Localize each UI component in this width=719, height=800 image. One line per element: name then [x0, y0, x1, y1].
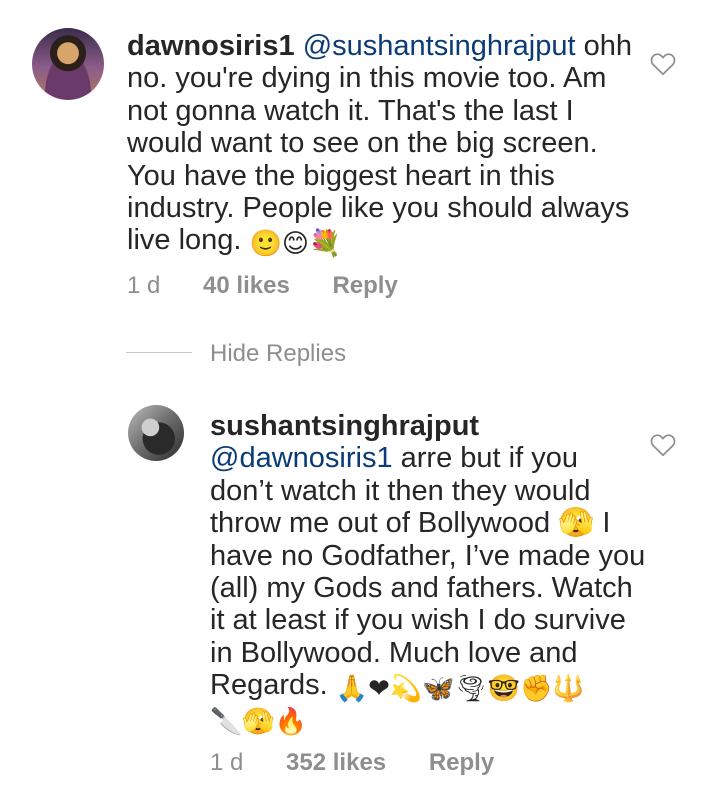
- likes-count[interactable]: 40 likes: [203, 272, 290, 299]
- likes-count[interactable]: 352 likes: [286, 749, 386, 776]
- comment-text-line: Regards.: [210, 669, 336, 702]
- heart-outline-icon[interactable]: [650, 52, 676, 76]
- butterfly-emoji-icon: 🦋: [422, 673, 455, 704]
- comment-body: sushantsinghrajput @dawnosiris1 arre but…: [210, 410, 645, 735]
- knife-emoji-icon: 🔪: [210, 706, 243, 737]
- bouquet-emoji-icon: 💐: [309, 228, 342, 259]
- dizzy-emoji-icon: 💫: [389, 673, 423, 704]
- heart-emoji-icon: ❤: [368, 673, 390, 704]
- replies-divider: [126, 352, 192, 353]
- hide-replies-button[interactable]: Hide Replies: [210, 340, 346, 368]
- comment-text-line: live long.: [127, 224, 250, 257]
- comment-body: dawnosiris1 @sushantsinghrajput ohh no. …: [127, 30, 632, 257]
- comment-text-line: it at least if you wish I do survive: [210, 604, 626, 637]
- blush-emoji-icon: 😊: [281, 228, 309, 259]
- comment-text-line: arre but if you: [392, 442, 578, 475]
- smile-emoji-icon: 🙂: [249, 228, 282, 259]
- comment-username[interactable]: sushantsinghrajput: [210, 410, 645, 442]
- fire-emoji-icon: 🔥: [274, 706, 308, 737]
- comment-time: 1 d: [127, 272, 161, 299]
- avatar[interactable]: [128, 405, 184, 461]
- comment-username[interactable]: dawnosiris1: [127, 30, 295, 62]
- comment-meta: 1 d 40 likes Reply: [127, 272, 398, 300]
- comment-text-line: You have the biggest heart in this: [127, 159, 555, 192]
- comment-time: 1 d: [210, 749, 244, 776]
- comment-text-line: ohh: [575, 30, 633, 62]
- comment-mention[interactable]: @dawnosiris1: [210, 442, 393, 474]
- comment-text-line: not gonna watch it. That's the last I: [127, 94, 574, 127]
- reply-button[interactable]: Reply: [332, 272, 397, 299]
- folded-hands-emoji-icon: 🙏: [335, 673, 369, 704]
- comment-mention[interactable]: @sushantsinghrajput: [303, 30, 576, 62]
- comment-text-line: throw me out of Bollywood 🫣 I: [210, 507, 611, 540]
- comment-text-line: would want to see on the big screen.: [127, 127, 598, 160]
- tornado-emoji-icon: 🌪: [454, 673, 488, 704]
- trident-emoji-icon: 🔱: [552, 673, 585, 704]
- nerd-emoji-icon: 🤓: [487, 673, 521, 704]
- peeking-emoji-icon: 🫣: [242, 706, 275, 737]
- comment-text-line: (all) my Gods and fathers. Watch: [210, 572, 633, 605]
- comment-text-line: have no Godfather, I’ve made you: [210, 539, 646, 572]
- comment-meta: 1 d 352 likes Reply: [210, 749, 494, 777]
- comment-text-line: industry. People like you should always: [127, 192, 630, 225]
- reply-button[interactable]: Reply: [429, 749, 494, 776]
- heart-outline-icon[interactable]: [650, 433, 676, 457]
- comment-text-line: don’t watch it then they would: [210, 474, 591, 507]
- avatar[interactable]: [32, 28, 104, 100]
- fist-emoji-icon: ✊: [520, 673, 553, 704]
- comment-text-line: in Bollywood. Much love and: [210, 636, 578, 669]
- comment-text-line: no. you're dying in this movie too. Am: [127, 62, 607, 95]
